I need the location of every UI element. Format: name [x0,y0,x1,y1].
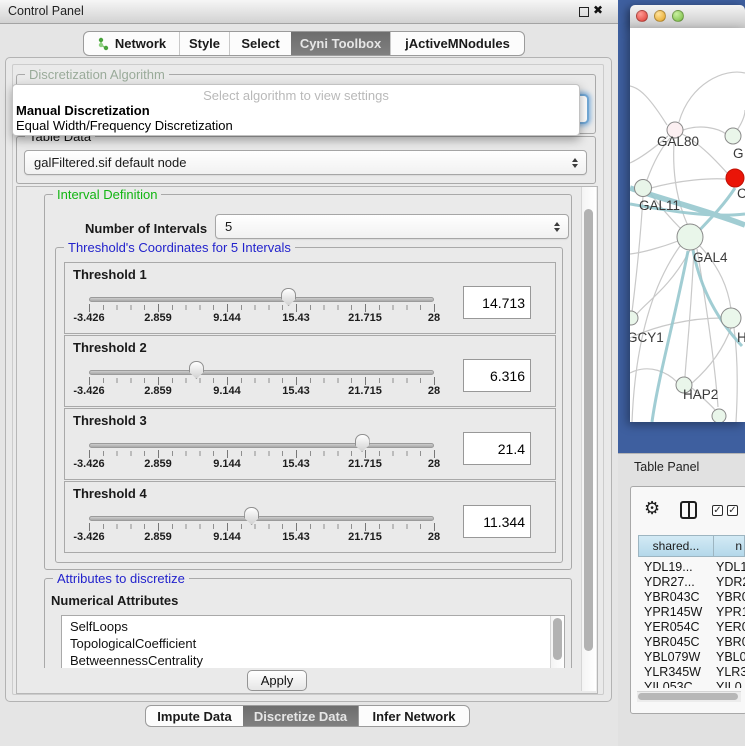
table-panel-title: Table Panel [634,460,699,474]
column-header-shared-name[interactable]: shared... [638,535,714,557]
cyni-bottom-tabbar: Impute Data Discretize Data Infer Networ… [145,705,470,727]
num-intervals-value: 5 [225,219,232,234]
list-item[interactable]: BetweennessCentrality [70,653,203,668]
node-label-clipped: C [737,186,745,201]
threshold-row-3: Threshold 3 -3.426 2.859 9.144 15.43 21.… [64,408,556,480]
network-node-selected-red[interactable] [726,169,744,187]
threshold-3-slider-thumb[interactable] [355,434,370,452]
network-icon [97,37,110,51]
screen: { "titlebar": { "title": "Control Panel"… [0,0,745,745]
scrollbar-thumb[interactable] [553,618,562,660]
node-label-hap2: HAP2 [683,387,718,402]
tab-network-label: Network [115,36,166,51]
node-label-gcy1: GCY1 [630,330,664,345]
popup-hint: Select algorithm to view settings [13,88,579,103]
threshold-4-slider-thumb[interactable] [244,507,259,525]
table-rows-viewport: YDL19...YDL1... YDR27...YDR2... YBR043CY… [631,557,745,688]
network-node-gal4[interactable] [677,224,703,250]
table-horizontal-scrollbar[interactable] [637,691,741,702]
threshold-3-value-field[interactable] [463,432,531,465]
tab-style[interactable]: Style [179,32,229,55]
select-columns-checkbox-icon[interactable]: ✓ [727,505,738,516]
numerical-attributes-label: Numerical Attributes [51,593,178,608]
table-data-selected: galFiltered.sif default node [34,155,186,170]
network-window-titlebar[interactable] [630,5,745,29]
tab-discretize-data[interactable]: Discretize Data [243,706,358,726]
list-item[interactable]: TopologicalCoefficient [70,636,196,651]
thresholds-group: Threshold's Coordinates for 5 Intervals … [55,247,563,563]
threshold-2-value-field[interactable] [463,359,531,392]
network-graph [630,28,745,422]
tab-network[interactable]: Network [84,32,179,55]
combo-stepper-icon [554,222,560,232]
popup-item-equal-width-frequency[interactable]: Equal Width/Frequency Discretization [16,118,233,133]
minimize-window-icon[interactable] [654,10,666,22]
list-item[interactable]: SelfLoops [70,619,128,634]
gear-icon[interactable]: ⚙ [644,498,660,519]
network-node-gal11[interactable] [635,180,652,197]
attributes-listbox: SelfLoops TopologicalCoefficient Between… [61,615,565,668]
threshold-row-2: Threshold 2 -3.426 2.859 9.144 15.43 21.… [64,335,556,407]
threshold-4-value-field[interactable] [463,505,531,538]
threshold-row-1: Threshold 1 -3.426 2.859 9.144 15.43 21.… [64,262,556,334]
tab-select[interactable]: Select [229,32,291,55]
algorithm-dropdown-popup: Select algorithm to view settings Manual… [12,84,580,136]
scrollbar-thumb[interactable] [638,693,738,700]
attributes-group: Attributes to discretize Numerical Attri… [44,578,572,668]
thresholds-group-title: Threshold's Coordinates for 5 Intervals [64,240,295,255]
close-panel-icon[interactable]: ✖ [593,3,603,17]
tab-cyni-toolbox[interactable]: Cyni Toolbox [291,32,390,55]
threshold-1-slider-thumb[interactable] [281,288,296,306]
network-node[interactable] [725,128,741,144]
control-panel-titlebar: Control Panel ✖ [0,0,618,24]
num-intervals-combobox[interactable]: 5 [215,214,569,239]
settings-vertical-scrollbar[interactable] [581,187,596,691]
tab-jactivemnodules[interactable]: jActiveMNodules [390,32,524,55]
tab-infer-network[interactable]: Infer Network [358,706,469,726]
node-label-clipped: G [733,146,744,161]
interval-group-title: Interval Definition [53,187,161,202]
tab-impute-data[interactable]: Impute Data [146,706,243,726]
column-header-name[interactable]: n [713,535,745,557]
select-columns-checkbox-icon[interactable]: ✓ [712,505,723,516]
algorithm-group-title: Discretization Algorithm [25,67,169,82]
popup-item-manual-discretization[interactable]: Manual Discretization [16,103,150,118]
list-vertical-scrollbar[interactable] [550,616,564,668]
table-data-combobox[interactable]: galFiltered.sif default node [24,150,587,175]
threshold-1-value-field[interactable] [463,286,531,319]
attributes-group-title: Attributes to discretize [53,571,189,586]
interval-definition-group: Interval Definition Number of Intervals … [44,194,572,570]
node-label-gal80: GAL80 [657,134,699,149]
apply-button[interactable]: Apply [247,670,307,691]
network-view-canvas[interactable]: GAL80 G C GAL11 GAL4 GCY1 H HAP2 [630,28,745,422]
settings-viewport: Interval Definition Number of Intervals … [17,187,580,668]
combo-stepper-icon [572,158,578,168]
threshold-2-slider-thumb[interactable] [189,361,204,379]
threshold-row-4: Threshold 4 -3.426 2.859 9.144 15.43 21.… [64,481,556,553]
network-node[interactable] [712,409,726,422]
network-node-h[interactable] [721,308,741,328]
node-label-clipped: H [737,330,745,345]
split-columns-icon[interactable] [680,501,697,519]
node-label-gal11: GAL11 [639,198,680,213]
node-label-gal4: GAL4 [693,250,728,265]
panel-title: Control Panel [8,4,84,18]
float-window-icon[interactable] [579,7,589,17]
scrollbar-thumb[interactable] [584,209,593,651]
zoom-window-icon[interactable] [672,10,684,22]
control-panel-tabbar: Network Style Select Cyni Toolbox jActiv… [83,31,525,56]
num-intervals-label: Number of Intervals [85,221,207,236]
close-window-icon[interactable] [636,10,648,22]
